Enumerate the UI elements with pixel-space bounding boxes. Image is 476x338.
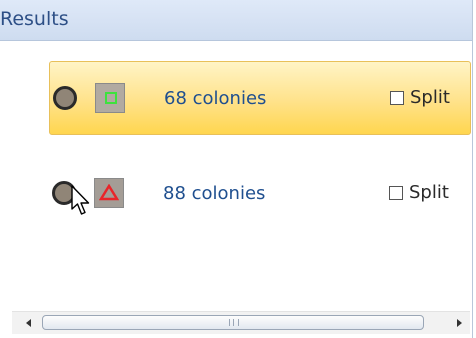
results-list: 68 colonies Split 88 colonies Split: [0, 41, 472, 311]
colony-thumbnail[interactable]: [94, 178, 124, 208]
colony-count-label[interactable]: 88 colonies: [163, 183, 265, 204]
grip-icon: [229, 319, 239, 326]
panel-title: Results: [0, 8, 69, 30]
status-circle-icon[interactable]: [53, 86, 77, 110]
red-triangle-icon: [99, 184, 119, 201]
mouse-pointer-icon: [71, 185, 90, 215]
split-checkbox[interactable]: [389, 185, 403, 200]
split-checkbox[interactable]: [390, 90, 404, 105]
split-label[interactable]: Split: [410, 87, 450, 108]
chevron-right-icon[interactable]: [452, 316, 466, 330]
result-row-88-colonies[interactable]: 88 colonies Split: [49, 157, 471, 231]
scrollbar-thumb[interactable]: [42, 315, 424, 330]
chevron-left-icon[interactable]: [22, 316, 36, 330]
results-panel: Results 68 colonies Split 88 colonies Sp…: [0, 0, 473, 338]
colony-count-label[interactable]: 68 colonies: [164, 88, 266, 109]
horizontal-scrollbar[interactable]: [12, 311, 470, 334]
result-row-68-colonies[interactable]: 68 colonies Split: [49, 61, 471, 135]
green-square-icon: [105, 92, 117, 104]
panel-header: Results: [0, 0, 472, 41]
split-label[interactable]: Split: [409, 182, 449, 203]
colony-thumbnail[interactable]: [95, 83, 125, 113]
split-option[interactable]: Split: [389, 182, 449, 203]
split-option[interactable]: Split: [390, 87, 450, 108]
